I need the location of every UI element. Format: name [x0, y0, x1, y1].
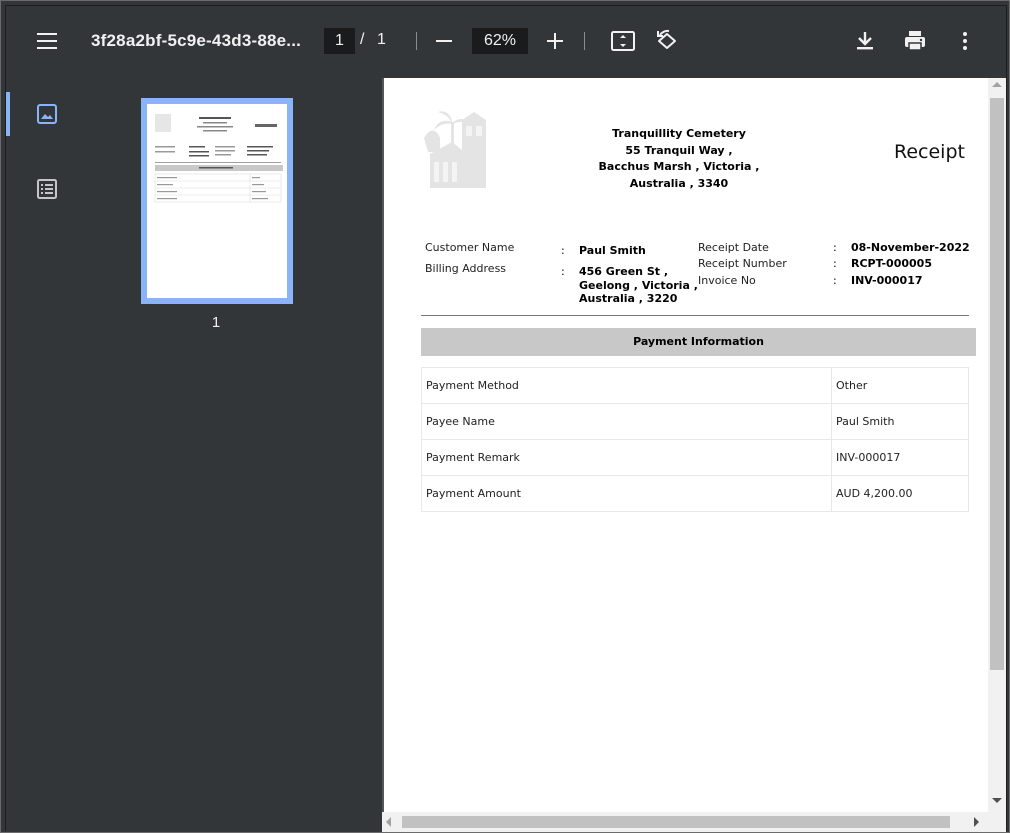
print-icon[interactable] [902, 28, 928, 54]
page-thumbnail[interactable] [141, 98, 293, 304]
payment-method-value: Other [831, 367, 969, 404]
scroll-left-icon[interactable] [386, 817, 391, 827]
billing-address-line: Australia , 3220 [579, 292, 678, 305]
company-street: 55 Tranquil Way , [625, 143, 733, 157]
zoom-out-button[interactable] [436, 40, 452, 42]
customer-name-label: Customer Name [425, 241, 515, 254]
company-country: Australia , 3340 [629, 176, 729, 190]
payee-name-value: Paul Smith [831, 403, 969, 440]
thumbnail-view-icon[interactable] [36, 103, 58, 125]
pdf-page: Tranquillity Cemetery 55 Tranquil Way , … [384, 78, 988, 812]
table-row: Payment Remark INV-000017 [421, 439, 969, 476]
page-number-input[interactable]: 1 [324, 28, 355, 54]
toolbar-divider [584, 32, 585, 50]
company-name: Tranquillity Cemetery [612, 127, 746, 140]
payment-method-label: Payment Method [421, 367, 832, 404]
table-row: Payment Amount AUD 4,200.00 [421, 475, 969, 512]
colon: : [833, 241, 837, 254]
receipt-number-label: Receipt Number [698, 257, 787, 270]
billing-address-label: Billing Address [425, 262, 507, 275]
payment-table: Payment Method Other Payee Name Paul Smi… [421, 367, 969, 512]
toolbar: 3f28a2bf-5c9e-43d3-88e... 1 / 1 62% [6, 6, 1006, 78]
document-title: 3f28a2bf-5c9e-43d3-88e... [91, 31, 302, 50]
active-view-indicator [6, 92, 10, 136]
zoom-level-input[interactable]: 62% [472, 28, 528, 54]
thumbnail-page-preview [147, 104, 287, 298]
receipt-date-value: 08-November-2022 [851, 241, 970, 254]
colon: : [561, 265, 565, 278]
page-total: 1 [377, 31, 386, 48]
payment-amount-label: Payment Amount [421, 475, 832, 512]
outline-view-icon[interactable] [36, 178, 58, 200]
more-vert-icon[interactable] [952, 28, 978, 54]
download-icon[interactable] [852, 28, 878, 54]
toolbar-divider [416, 32, 417, 50]
billing-address-value: 456 Green St , Geelong , Victoria , Aust… [579, 265, 698, 306]
receipt-date-label: Receipt Date [698, 241, 769, 254]
vertical-scroll-thumb[interactable] [990, 98, 1004, 670]
fit-page-icon[interactable] [610, 28, 636, 54]
divider-line [421, 315, 969, 316]
payment-remark-label: Payment Remark [421, 439, 832, 476]
billing-address-line: 456 Green St , [579, 265, 669, 278]
scroll-right-icon[interactable] [974, 817, 979, 827]
zoom-in-button[interactable] [547, 33, 563, 49]
colon: : [833, 274, 837, 287]
scroll-up-icon[interactable] [992, 82, 1002, 87]
thumbnail-page-number: 1 [211, 314, 221, 331]
thumbnail-sidebar: 1 [6, 78, 382, 832]
invoice-no-value: INV-000017 [851, 274, 923, 287]
receipt-number-value: RCPT-000005 [851, 257, 932, 270]
payment-amount-value: AUD 4,200.00 [831, 475, 969, 512]
vertical-scrollbar[interactable] [988, 78, 1006, 812]
cemetery-logo [422, 108, 500, 188]
pdf-viewer-window: 3f28a2bf-5c9e-43d3-88e... 1 / 1 62% 1 Tr… [0, 0, 1010, 833]
company-address: Tranquillity Cemetery 55 Tranquil Way , … [574, 126, 784, 192]
horizontal-scroll-thumb[interactable] [402, 816, 950, 828]
table-row: Payment Method Other [421, 367, 969, 404]
colon: : [833, 257, 837, 270]
invoice-no-label: Invoice No [698, 274, 756, 287]
table-row: Payee Name Paul Smith [421, 403, 969, 440]
company-city: Bacchus Marsh , Victoria , [598, 160, 760, 173]
colon: : [561, 244, 565, 257]
page-separator: / [360, 31, 365, 48]
pdf-viewer: 3f28a2bf-5c9e-43d3-88e... 1 / 1 62% 1 Tr… [5, 5, 1007, 832]
payee-name-label: Payee Name [421, 403, 832, 440]
rotate-icon[interactable] [654, 28, 680, 54]
payment-info-heading: Payment Information [421, 328, 976, 356]
payment-remark-value: INV-000017 [831, 439, 969, 476]
receipt-title: Receipt [894, 141, 965, 163]
customer-name-value: Paul Smith [579, 244, 646, 257]
scroll-down-icon[interactable] [992, 798, 1002, 803]
menu-icon[interactable] [36, 30, 58, 52]
document-viewer: Tranquillity Cemetery 55 Tranquil Way , … [382, 78, 1006, 832]
billing-address-line: Geelong , Victoria , [579, 278, 698, 292]
horizontal-scrollbar[interactable] [382, 812, 1006, 832]
